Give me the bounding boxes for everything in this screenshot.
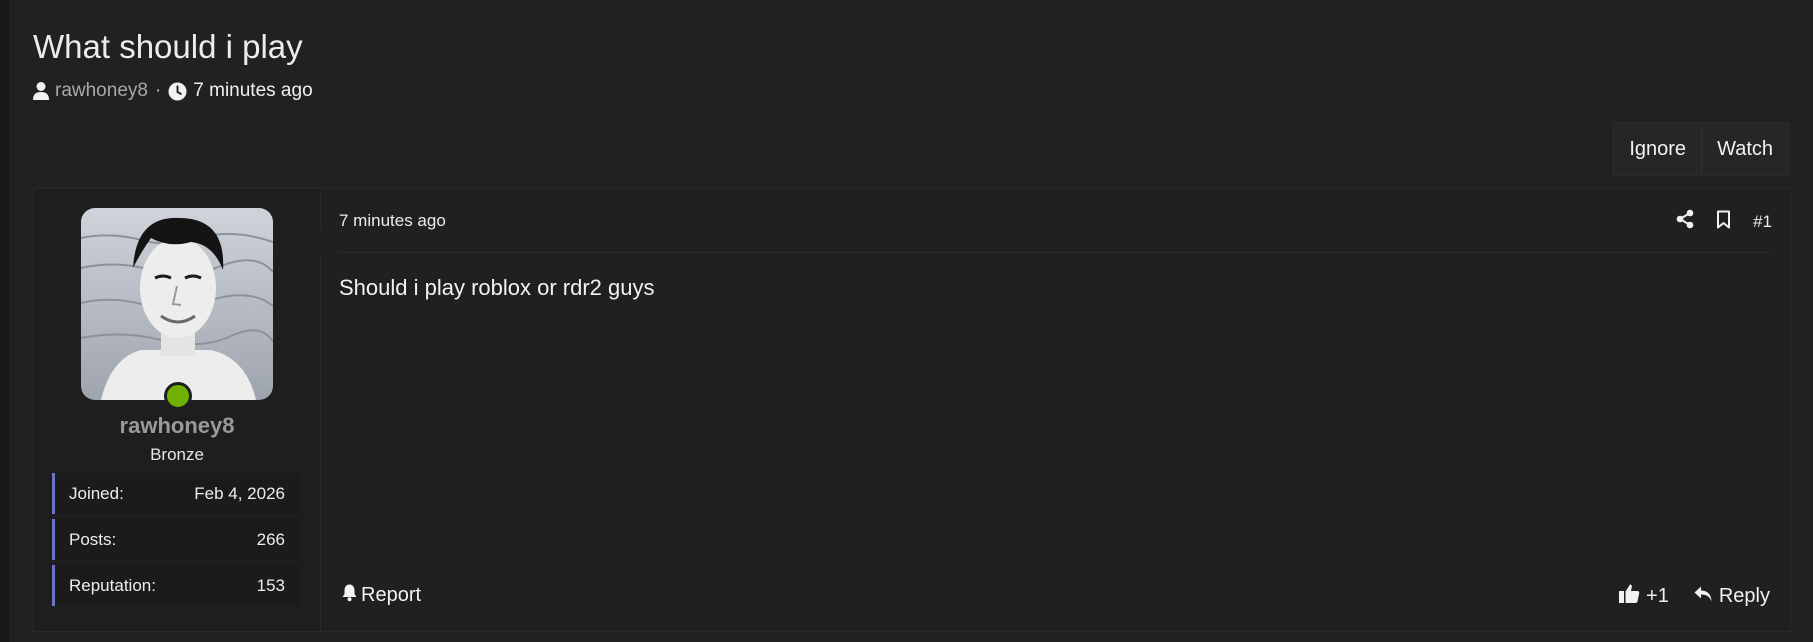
- like-button[interactable]: +1: [1618, 583, 1669, 610]
- reply-label: Reply: [1718, 585, 1770, 607]
- post-user-panel: rawhoney8 Bronze Joined: Feb 4, 2026 Pos…: [34, 189, 321, 631]
- user-icon: [33, 81, 49, 101]
- reply-button[interactable]: Reply: [1693, 585, 1770, 609]
- thread-title: What should i play: [33, 28, 303, 65]
- stat-joined: Joined: Feb 4, 2026: [52, 473, 300, 514]
- thread-time[interactable]: 7 minutes ago: [193, 80, 312, 102]
- thread-author-link[interactable]: rawhoney8: [55, 80, 148, 102]
- ignore-button[interactable]: Ignore: [1614, 123, 1701, 175]
- stat-label: Joined:: [69, 483, 124, 503]
- post-header: 7 minutes ago #1: [339, 189, 1772, 253]
- thread-page: What should i play rawhoney8 · 7 minutes…: [9, 0, 1813, 642]
- bell-icon: [341, 583, 358, 608]
- post-username[interactable]: rawhoney8: [34, 413, 320, 439]
- post-footer: Report +1 Reply: [341, 583, 1770, 613]
- post-footer-actions: +1 Reply: [1618, 583, 1770, 610]
- stat-value: 153: [256, 575, 285, 595]
- stat-value: 266: [256, 529, 285, 549]
- share-icon[interactable]: [1676, 209, 1694, 234]
- user-stats: Joined: Feb 4, 2026 Posts: 266 Reputatio…: [52, 473, 300, 611]
- stat-label: Posts:: [69, 529, 117, 549]
- post-body: Should i play roblox or rdr2 guys: [339, 275, 655, 300]
- thread-action-buttons: Ignore Watch: [1613, 122, 1789, 176]
- stat-posts: Posts: 266: [52, 519, 300, 560]
- online-status-indicator: [164, 382, 192, 410]
- report-button[interactable]: Report: [341, 583, 421, 608]
- user-rank: Bronze: [150, 445, 204, 464]
- reply-icon: [1693, 585, 1713, 609]
- post-number-link[interactable]: #1: [1753, 212, 1772, 232]
- watch-button[interactable]: Watch: [1701, 123, 1788, 175]
- post-content: 7 minutes ago #1 Should i play roblox or…: [321, 189, 1790, 631]
- report-label: Report: [361, 584, 422, 606]
- like-count: +1: [1646, 585, 1669, 607]
- post-message: rawhoney8 Bronze Joined: Feb 4, 2026 Pos…: [33, 188, 1791, 632]
- avatar[interactable]: [81, 208, 273, 400]
- thread-meta: rawhoney8 · 7 minutes ago: [33, 80, 313, 102]
- post-time[interactable]: 7 minutes ago: [339, 211, 446, 231]
- clock-icon: [168, 81, 187, 101]
- bookmark-icon[interactable]: [1716, 210, 1731, 234]
- stat-value: Feb 4, 2026: [194, 483, 285, 503]
- thumbs-up-icon: [1618, 583, 1640, 610]
- stat-label: Reputation:: [69, 575, 156, 595]
- stat-reputation: Reputation: 153: [52, 565, 300, 606]
- post-header-actions: #1: [1676, 209, 1772, 234]
- meta-separator: ·: [154, 80, 162, 101]
